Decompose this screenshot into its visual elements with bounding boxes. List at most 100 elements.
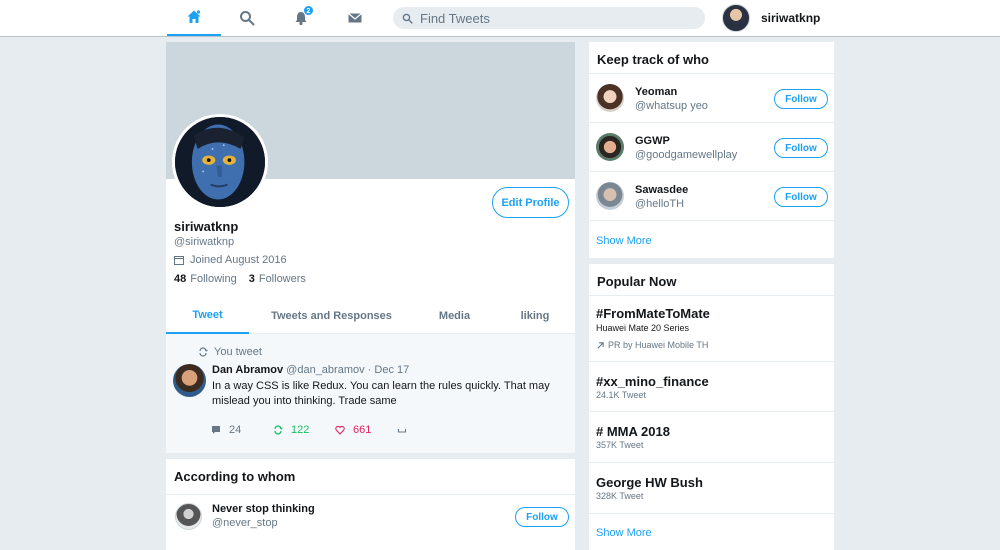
tweet-item[interactable]: You tweet Dan Abramov @dan_abramov · Dec… bbox=[166, 334, 575, 453]
calendar-icon bbox=[174, 256, 184, 265]
search-icon bbox=[240, 11, 255, 26]
trend-name: # MMA 2018 bbox=[596, 424, 670, 439]
trend-description: Huawei Mate 20 Series bbox=[596, 323, 690, 333]
following-link[interactable]: 48 Following bbox=[174, 273, 237, 285]
tweet-header: Dan Abramov @dan_abramov · Dec 17 bbox=[212, 364, 409, 376]
top-navigation-bar: 2 siriwatknp bbox=[0, 0, 1000, 37]
list-item[interactable]: Yeoman @whatsup yeo Follow bbox=[589, 74, 834, 123]
like-button[interactable]: 661 bbox=[335, 424, 397, 436]
follow-button[interactable]: Follow bbox=[774, 138, 828, 158]
nav-explore[interactable] bbox=[220, 0, 274, 36]
search-bar bbox=[393, 7, 705, 29]
promoted-by: PR by Huawei Mobile TH bbox=[596, 340, 708, 350]
edit-profile-button[interactable]: Edit Profile bbox=[492, 187, 569, 218]
card-title: Keep track of who bbox=[589, 42, 834, 74]
tweet-author-name[interactable]: Dan Abramov bbox=[212, 364, 283, 376]
user-handle: @helloTH bbox=[635, 198, 685, 210]
search-icon bbox=[402, 13, 413, 24]
user-name: Never stop thinking bbox=[212, 503, 315, 515]
retweet-context: You tweet bbox=[198, 346, 262, 358]
profile-avatar[interactable] bbox=[172, 114, 268, 210]
card-title: According to whom bbox=[166, 459, 575, 495]
trend-item[interactable]: #xx_mino_finance 24.1K Tweet bbox=[589, 362, 834, 412]
search-input[interactable] bbox=[420, 10, 690, 26]
tweet-author-meta: @dan_abramov · Dec 17 bbox=[286, 364, 410, 376]
nav-home[interactable] bbox=[167, 0, 221, 36]
show-more-link[interactable]: Show More bbox=[596, 527, 652, 539]
list-item[interactable]: GGWP @goodgamewellplay Follow bbox=[589, 123, 834, 172]
mail-icon bbox=[348, 13, 362, 23]
user-handle: @whatsup yeo bbox=[635, 100, 708, 112]
tweet-text: In a way CSS is like Redux. You can lear… bbox=[212, 380, 550, 407]
profile-stats: 48 Following 3 Followers bbox=[174, 273, 306, 285]
popular-now-card: Popular Now #FromMateToMate Huawei Mate … bbox=[589, 264, 834, 550]
according-to-whom-card: According to whom Never stop thinking @n… bbox=[166, 459, 575, 550]
trend-count: 357K Tweet bbox=[596, 440, 644, 450]
trend-count: 24.1K Tweet bbox=[596, 390, 646, 400]
profile-tabs: Tweet Tweets and Responses Media liking bbox=[166, 296, 575, 334]
nav-messages[interactable] bbox=[328, 0, 382, 36]
heart-icon bbox=[335, 425, 345, 435]
avatar bbox=[175, 503, 202, 530]
retweet-icon bbox=[199, 347, 208, 357]
following-count: 48 bbox=[174, 273, 187, 285]
promoted-label: PR by Huawei Mobile TH bbox=[608, 340, 709, 350]
show-more-link[interactable]: Show More bbox=[596, 235, 652, 247]
profile-handle: @siriwatknp bbox=[174, 236, 235, 248]
tab-tweets-and-responses[interactable]: Tweets and Responses bbox=[249, 297, 414, 334]
trend-count: 328K Tweet bbox=[596, 491, 644, 501]
tab-media[interactable]: Media bbox=[414, 297, 495, 334]
avatar-image bbox=[175, 117, 265, 207]
profile-card: Edit Profile siriwatknp @siriwatknp Join… bbox=[166, 42, 575, 334]
reply-icon bbox=[212, 426, 220, 434]
nav-notifications[interactable]: 2 bbox=[274, 0, 328, 36]
promoted-icon bbox=[597, 341, 604, 349]
follow-button[interactable]: Follow bbox=[774, 187, 828, 207]
tweet-author-avatar[interactable] bbox=[173, 364, 206, 397]
account-menu[interactable]: siriwatknp bbox=[722, 4, 820, 32]
tweet-actions: 24 122 661 bbox=[211, 424, 459, 436]
trend-item[interactable]: # MMA 2018 357K Tweet bbox=[589, 412, 834, 463]
retweet-context-label: You tweet bbox=[214, 346, 262, 358]
avatar bbox=[596, 133, 624, 161]
joined-text: Joined August 2016 bbox=[190, 254, 287, 266]
user-handle: @never_stop bbox=[212, 517, 278, 529]
home-icon bbox=[187, 10, 201, 23]
reply-button[interactable]: 24 bbox=[211, 424, 273, 436]
trend-name: #FromMateToMate bbox=[596, 306, 710, 321]
trend-item[interactable]: George HW Bush 328K Tweet bbox=[589, 463, 834, 514]
trend-name: George HW Bush bbox=[596, 475, 703, 490]
direct-message-button[interactable] bbox=[397, 424, 459, 436]
user-name: GGWP bbox=[635, 135, 670, 147]
like-count: 661 bbox=[353, 424, 372, 436]
retweet-button[interactable]: 122 bbox=[273, 424, 335, 436]
follow-button[interactable]: Follow bbox=[515, 507, 569, 527]
user-name: Sawasdee bbox=[635, 184, 689, 196]
avatar bbox=[596, 182, 624, 210]
reply-count: 24 bbox=[229, 424, 242, 436]
keep-track-card: Keep track of who Yeoman @whatsup yeo Fo… bbox=[589, 42, 834, 258]
retweet-count: 122 bbox=[291, 424, 310, 436]
tab-liking[interactable]: liking bbox=[495, 297, 575, 334]
avatar bbox=[596, 84, 624, 112]
retweet-icon bbox=[274, 425, 283, 435]
followers-count: 3 bbox=[248, 273, 255, 285]
list-item[interactable]: Sawasdee @helloTH Follow bbox=[589, 172, 834, 221]
account-username: siriwatknp bbox=[761, 11, 821, 25]
card-title: Popular Now bbox=[589, 264, 834, 296]
tab-tweet[interactable]: Tweet bbox=[166, 297, 249, 334]
dm-icon bbox=[397, 429, 407, 433]
notification-badge: 2 bbox=[303, 5, 314, 16]
followers-link[interactable]: 3 Followers bbox=[249, 273, 306, 285]
joined-date: Joined August 2016 bbox=[174, 254, 287, 266]
followers-label: Followers bbox=[258, 273, 306, 285]
list-item[interactable]: Never stop thinking @never_stop Follow bbox=[166, 492, 575, 540]
trend-item[interactable]: #FromMateToMate Huawei Mate 20 Series PR… bbox=[589, 296, 834, 362]
follow-button[interactable]: Follow bbox=[774, 89, 828, 109]
user-name: Yeoman bbox=[635, 86, 678, 98]
trend-name: #xx_mino_finance bbox=[596, 374, 709, 389]
profile-name: siriwatknp bbox=[174, 219, 239, 234]
avatar bbox=[722, 4, 750, 32]
user-handle: @goodgamewellplay bbox=[635, 149, 738, 161]
following-label: Following bbox=[190, 273, 237, 285]
